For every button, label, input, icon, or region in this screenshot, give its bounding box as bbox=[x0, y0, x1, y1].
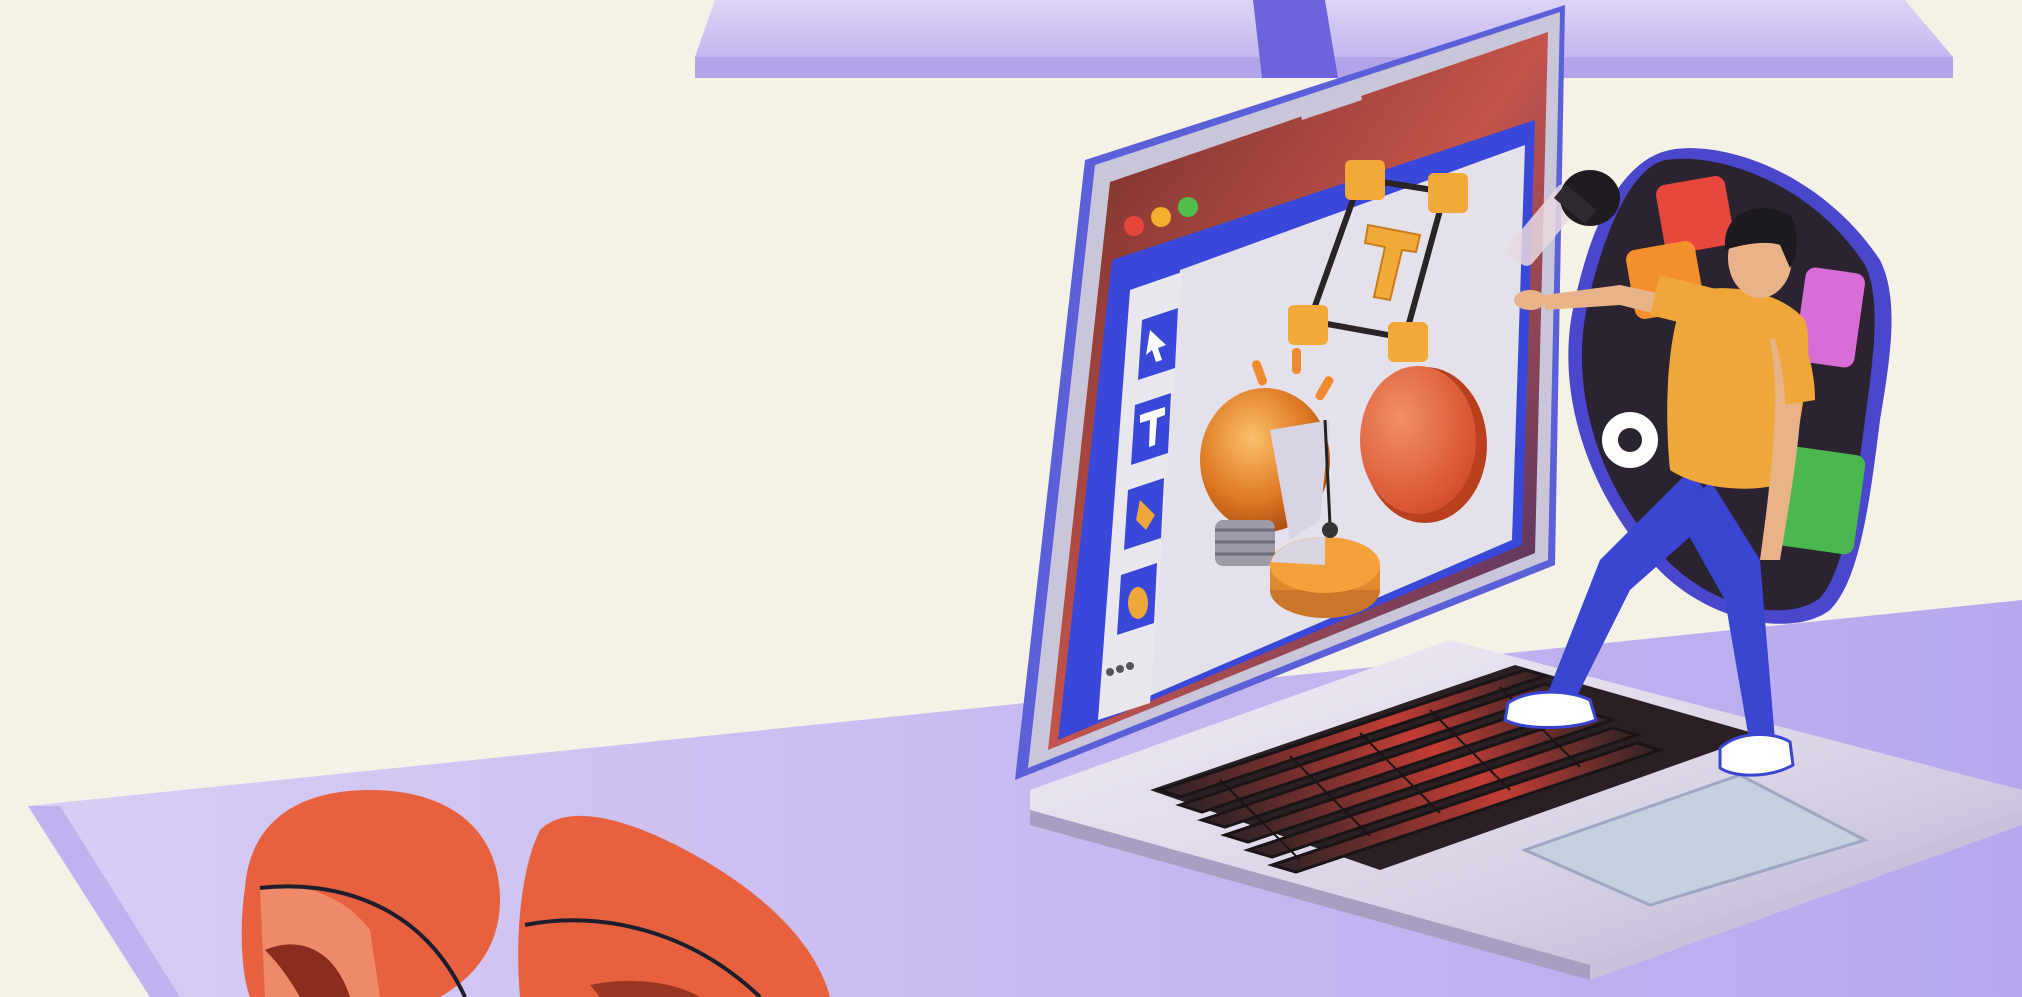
window-maximize-icon bbox=[1178, 197, 1198, 217]
window-minimize-icon bbox=[1151, 207, 1171, 227]
top-shelf bbox=[695, 0, 1953, 78]
window-close-icon bbox=[1124, 216, 1144, 236]
illustration-scene bbox=[0, 0, 2022, 997]
pie-chart-shape bbox=[1270, 537, 1380, 618]
